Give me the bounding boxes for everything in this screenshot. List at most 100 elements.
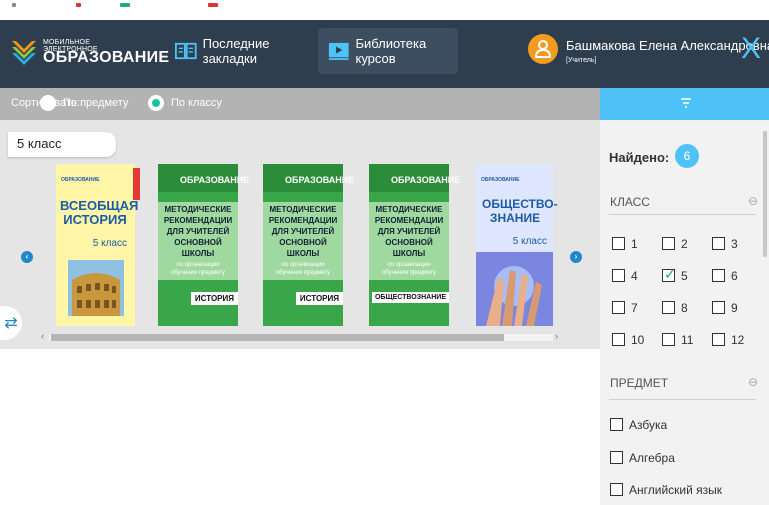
grade-chip: 5 класс xyxy=(8,132,116,157)
checkbox-grade-1[interactable] xyxy=(612,237,625,250)
avatar xyxy=(528,34,558,64)
found-count-badge: 6 xyxy=(675,144,699,168)
checkbox-subject-algebra[interactable] xyxy=(610,451,623,464)
carousel-next-icon[interactable]: › xyxy=(570,251,582,263)
browser-top-strip xyxy=(0,0,769,20)
checkbox-grade-3[interactable] xyxy=(712,237,725,250)
grade-label: 5 xyxy=(681,269,688,283)
grade-label: 11 xyxy=(681,333,694,347)
checkbox-grade-12[interactable] xyxy=(712,333,725,346)
checkbox-grade-10[interactable] xyxy=(612,333,625,346)
method-sub: по организации xyxy=(281,262,325,268)
hands-image xyxy=(476,252,553,326)
method-line: ДЛЯ УЧИТЕЛЕЙ xyxy=(166,227,230,236)
nav-bookmarks-label: Последние закладки xyxy=(202,36,270,66)
book-open-icon xyxy=(175,42,197,60)
sort-grade-label[interactable]: По классу xyxy=(171,97,222,109)
book-subject: ОБЩЕСТВОЗНАНИЕ xyxy=(371,292,449,303)
sort-bar: Сортировать: По предмету По классу xyxy=(0,88,600,120)
sort-subject-label[interactable]: По предмету xyxy=(63,97,128,109)
radio-sort-subject[interactable] xyxy=(40,95,56,111)
book-publisher: ОБРАЗОВАНИЕ xyxy=(391,175,461,185)
method-line: ОСНОВНОЙ ШКОЛЫ xyxy=(174,238,222,258)
colosseum-image xyxy=(68,260,124,316)
book-card[interactable]: ОБРАЗОВАНИЕ МЕТОДИЧЕСКИЕ РЕКОМЕНДАЦИИ ДЛ… xyxy=(263,164,354,326)
book-card[interactable]: ОБРАЗОВАНИЕ МЕТОДИЧЕСКИЕ РЕКОМЕНДАЦИИ ДЛ… xyxy=(158,164,249,326)
method-sub: обучения предмету xyxy=(381,270,437,276)
carousel-prev-icon[interactable]: ‹ xyxy=(21,251,33,263)
filter-icon xyxy=(681,98,691,108)
method-line: МЕТОДИЧЕСКИЕ xyxy=(375,205,443,214)
filter-header[interactable] xyxy=(600,88,769,120)
book-title: ОБЩЕСТВО-ЗНАНИЕ xyxy=(482,197,558,225)
grade-label: 2 xyxy=(681,237,688,251)
subject-label: Азбука xyxy=(629,418,668,432)
radio-sort-grade[interactable] xyxy=(148,95,164,111)
user-name: Башмакова Елена Александровна xyxy=(566,38,769,53)
method-line: МЕТОДИЧЕСКИЕ xyxy=(269,205,337,214)
method-sub: обучения предмету xyxy=(170,270,226,276)
scroll-thumb[interactable] xyxy=(51,334,504,341)
book-grade: 5 класс xyxy=(92,238,127,249)
nav-recent-bookmarks[interactable]: Последние закладки xyxy=(165,28,315,74)
checkbox-subject-azbuka[interactable] xyxy=(610,418,623,431)
checkbox-grade-8[interactable] xyxy=(662,301,675,314)
book-card[interactable]: ОБРАЗОВАНИЕ ОБЩЕСТВО-ЗНАНИЕ 5 класс xyxy=(476,164,558,326)
app-header: МОБИЛЬНОЕ ЭЛЕКТРОННОЕ ОБРАЗОВАНИЕ Послед… xyxy=(0,20,769,88)
divider xyxy=(609,399,756,400)
method-line: РЕКОМЕНДАЦИИ xyxy=(163,216,233,225)
user-role: [Учитель] xyxy=(566,57,597,64)
checkbox-grade-7[interactable] xyxy=(612,301,625,314)
book-card[interactable]: ОБРАЗОВАНИЕ ВСЕОБЩАЯ ИСТОРИЯ 5 класс xyxy=(56,164,140,326)
book-subject: ИСТОРИЯ xyxy=(295,292,343,305)
logo-mark-icon xyxy=(12,41,36,65)
grade-label: 12 xyxy=(731,333,745,347)
method-line: РЕКОМЕНДАЦИИ xyxy=(268,216,338,225)
book-publisher: ОБРАЗОВАНИЕ xyxy=(61,177,100,183)
app-logo[interactable]: МОБИЛЬНОЕ ЭЛЕКТРОННОЕ ОБРАЗОВАНИЕ xyxy=(10,30,169,74)
subject-section-title: ПРЕДМЕТ xyxy=(610,376,669,390)
checkbox-grade-9[interactable] xyxy=(712,301,725,314)
checkbox-subject-english[interactable] xyxy=(610,483,623,496)
logo-big-text: ОБРАЗОВАНИЕ xyxy=(43,49,170,66)
method-line: ОСНОВНОЙ ШКОЛЫ xyxy=(279,238,327,258)
method-line: МЕТОДИЧЕСКИЕ xyxy=(164,205,232,214)
checkmark-icon: ✓ xyxy=(664,266,676,282)
collapse-subject-icon[interactable]: ⊖ xyxy=(748,375,758,389)
method-line: РЕКОМЕНДАЦИИ xyxy=(374,216,444,225)
grade-label: 4 xyxy=(631,269,638,283)
collapse-grade-icon[interactable]: ⊖ xyxy=(748,194,758,208)
grade-label: 1 xyxy=(631,237,638,251)
nav-course-library[interactable]: Библиотека курсов xyxy=(318,28,458,74)
divider xyxy=(609,214,756,215)
book-card[interactable]: ОБРАЗОВАНИЕ МЕТОДИЧЕСКИЕ РЕКОМЕНДАЦИИ ДЛ… xyxy=(369,164,460,326)
method-sub: обучения предмету xyxy=(275,270,331,276)
video-library-icon xyxy=(328,42,349,60)
grade-label: 6 xyxy=(731,269,738,283)
subject-label: Английский язык xyxy=(629,483,723,497)
method-line: ОСНОВНОЙ ШКОЛЫ xyxy=(385,238,433,258)
user-icon xyxy=(535,40,551,58)
method-sub: по организации xyxy=(387,262,431,268)
close-icon[interactable]: X xyxy=(741,34,761,64)
filter-panel-scrollbar[interactable] xyxy=(763,131,767,257)
method-line: ДЛЯ УЧИТЕЛЕЙ xyxy=(271,227,335,236)
subject-label: Алгебра xyxy=(629,451,675,465)
checkbox-grade-11[interactable] xyxy=(662,333,675,346)
grade-label: 7 xyxy=(631,301,638,315)
checkbox-grade-4[interactable] xyxy=(612,269,625,282)
book-grade: 5 класс xyxy=(512,236,547,247)
method-line: ДЛЯ УЧИТЕЛЕЙ xyxy=(377,227,441,236)
found-label: Найдено: xyxy=(609,150,670,165)
grade-label: 10 xyxy=(631,333,645,347)
scroll-left-icon[interactable]: ‹ xyxy=(41,331,44,341)
book-shelf: 5 класс ‹ › ОБРАЗОВАНИЕ ВСЕОБЩАЯ ИСТОРИЯ… xyxy=(0,120,600,349)
shelf-scrollbar[interactable]: ‹ › xyxy=(41,331,560,345)
grade-section-title: КЛАСС xyxy=(610,195,650,209)
checkbox-grade-2[interactable] xyxy=(662,237,675,250)
grade-label: 9 xyxy=(731,301,738,315)
checkbox-grade-5[interactable]: ✓ xyxy=(662,266,676,282)
checkbox-grade-6[interactable] xyxy=(712,269,725,282)
library-main: 5 класс ‹ › ОБРАЗОВАНИЕ ВСЕОБЩАЯ ИСТОРИЯ… xyxy=(0,120,600,505)
scroll-right-icon[interactable]: › xyxy=(555,331,558,341)
